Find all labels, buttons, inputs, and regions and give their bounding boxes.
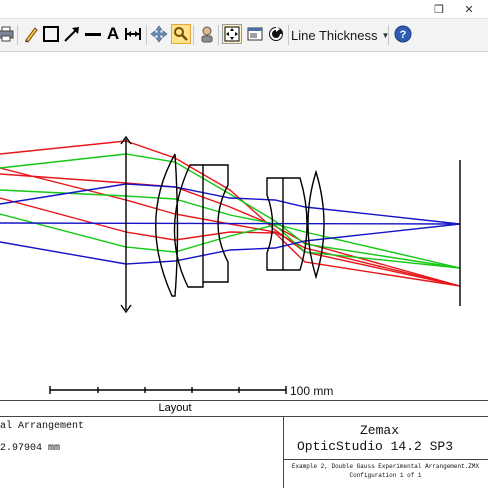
close-window-icon[interactable]: ✕: [456, 0, 482, 18]
scale-bar: [49, 386, 287, 394]
footer-divider: [0, 400, 488, 401]
arrow-icon[interactable]: [62, 24, 82, 44]
toolbar-separator: [388, 25, 389, 45]
ray-fans: [0, 140, 461, 287]
arrangement-label: al Arrangement: [0, 421, 85, 432]
brand-label: Zemax: [360, 423, 400, 438]
restore-window-icon[interactable]: ❐: [426, 0, 452, 18]
line-thickness-dropdown[interactable]: Line Thickness ▼: [291, 25, 389, 45]
zoom-icon[interactable]: [171, 24, 191, 44]
optical-layout-plot[interactable]: 100 mm: [0, 50, 488, 415]
pencil-icon[interactable]: [21, 24, 41, 44]
rectangle-icon[interactable]: [41, 24, 61, 44]
text-icon[interactable]: A: [103, 24, 123, 44]
file-name-label: Example 2, Double Gauss Experimental Arr…: [291, 463, 480, 470]
ray-red: [0, 167, 461, 287]
ray-red: [0, 140, 461, 287]
toolbar-separator: [193, 25, 194, 45]
help-icon[interactable]: ?: [393, 24, 413, 44]
toolbar-separator: [288, 25, 289, 45]
value-label: 2.97904 mm: [0, 443, 61, 454]
toolbar-separator: [218, 25, 219, 45]
print-icon[interactable]: [0, 24, 16, 44]
move-icon[interactable]: [149, 24, 169, 44]
ray-green: [0, 213, 461, 269]
line-icon[interactable]: [83, 24, 103, 44]
product-label: OpticStudio 14.2 SP3: [297, 439, 454, 454]
layout-toolbar: A Line Thickness ▼ ?: [0, 18, 488, 52]
ray-blue: [0, 222, 461, 225]
svg-text:?: ?: [400, 29, 407, 41]
toolbar-separator: [146, 25, 147, 45]
scale-bar-label: 100 mm: [290, 384, 333, 398]
toolbar-separator: [17, 25, 18, 45]
lens-element-2: [173, 164, 204, 288]
window-icon[interactable]: [245, 24, 265, 44]
window-title-bar: ❐ ✕: [0, 0, 488, 18]
configuration-label: Configuration 1 of 1: [349, 472, 422, 479]
fit-window-icon[interactable]: [222, 24, 242, 44]
section-title: Layout: [158, 402, 192, 414]
refresh-icon[interactable]: [266, 24, 286, 44]
lens-element-6: [307, 169, 325, 280]
line-thickness-label: Line Thickness: [291, 27, 378, 43]
ray-green: [0, 153, 461, 269]
settings-icon[interactable]: [197, 24, 217, 44]
footer-divider: [0, 416, 488, 417]
footer-divider: [283, 459, 488, 460]
ray-green: [0, 189, 461, 269]
ray-red: [0, 197, 461, 287]
dimension-icon[interactable]: [123, 24, 143, 44]
